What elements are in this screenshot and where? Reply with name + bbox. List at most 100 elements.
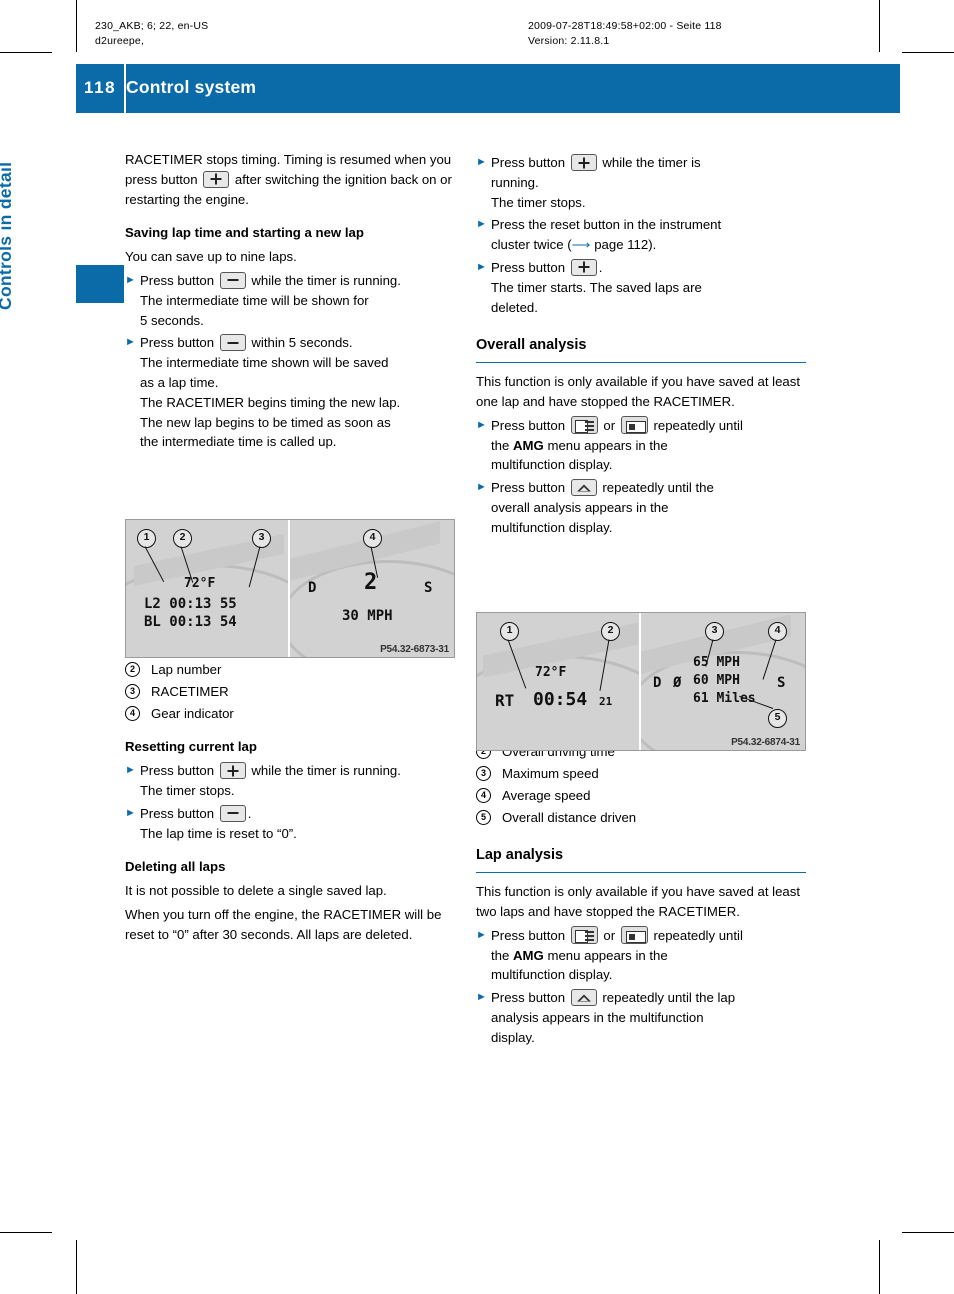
- figure-overall-analysis-display: 72°F RT 00:54 21 D Ø 65 MPH 60 MPH 61 Mi…: [476, 612, 806, 751]
- figure2-code: P54.32-6874-31: [731, 737, 800, 748]
- step-lap-press-menu: ► Press button or repeatedly until the A…: [476, 925, 806, 985]
- callout-number: 4: [476, 787, 491, 803]
- step-overall-press-menu: ► Press button or repeatedly until the A…: [476, 415, 806, 475]
- plus-button-icon: [203, 170, 230, 188]
- step4-note: The lap time is reset to “0”.: [140, 825, 297, 841]
- minus-button-icon: [219, 804, 246, 822]
- lap-step1-bold: AMG: [513, 947, 544, 963]
- heading-saving-lap-time: Saving lap time and starting a new lap: [125, 225, 364, 241]
- step4-text-b: .: [247, 805, 252, 821]
- lap-step2-text-a: Press button: [491, 990, 566, 1006]
- step-press-minus-reset: ► Press button .: [125, 804, 455, 824]
- heading-overall-analysis: Overall analysis: [476, 335, 806, 364]
- page-ref-arrow-icon: ⟶: [571, 237, 591, 253]
- plus-button-icon: [219, 762, 246, 780]
- legend-label: Average speed: [502, 787, 591, 803]
- step-marker-icon: ►: [476, 156, 487, 168]
- print-meta-left: 230_AKB; 6; 22, en-US d2ureepe,: [95, 19, 208, 49]
- step-press-minus-1: ► Press button while the timer is runnin…: [125, 271, 455, 291]
- overall-step2-text-d: multifunction display.: [491, 519, 613, 535]
- page-title: Control system: [126, 77, 257, 97]
- step2-notes: The intermediate time shown will be save…: [140, 353, 455, 452]
- legend-item: 4 Average speed: [476, 786, 806, 806]
- step-marker-icon: ►: [125, 764, 136, 777]
- legend-item: 2 Lap number: [125, 660, 455, 680]
- step2-text-a: Press button: [140, 335, 215, 351]
- up-arrow-button-icon: [570, 989, 597, 1007]
- figure2-callout-2: 2: [601, 622, 620, 641]
- crop-mark-top-right-v: [879, 0, 880, 52]
- display-left-button-icon: [570, 925, 598, 944]
- crop-mark-bottom-right-h: [902, 1232, 954, 1233]
- side-tab-label: Controls in detail: [0, 161, 15, 310]
- print-meta-right-line2: Version: 2.11.8.1: [528, 35, 610, 48]
- legend-item: 4 Gear indicator: [125, 704, 455, 724]
- crop-mark-bottom-left-v: [76, 1240, 77, 1294]
- step-marker-icon: ►: [476, 418, 487, 431]
- figure1-code: P54.32-6873-31: [380, 644, 449, 655]
- crop-mark-bottom-left-h: [0, 1232, 52, 1233]
- figure2-callout-5: 5: [768, 709, 787, 728]
- r-step2-text-c: page 112).: [594, 237, 657, 253]
- figure2-max-speed: 65 MPH: [693, 655, 740, 670]
- display-right-button-icon: [620, 925, 648, 944]
- figure-racetimer-display: 72°F L2 00:13 55 BL 00:13 54 D 2 S 30 MP…: [125, 519, 455, 658]
- figure1-callout-2: 2: [173, 529, 192, 548]
- figure1-line1: L2 00:13 55: [144, 596, 237, 612]
- step-press-reset-twice: ► Press the reset button in the instrume…: [476, 215, 806, 255]
- step-marker-icon: ►: [125, 336, 136, 349]
- figure2-time-hundredths: 21: [599, 695, 613, 708]
- step4-text-a: Press button: [140, 805, 215, 821]
- overall-step1-text-a: Press button: [491, 417, 566, 433]
- overall-step1-text-d: multifunction display.: [491, 457, 613, 473]
- display-left-button-icon: [570, 415, 598, 434]
- legend-label: RACETIMER: [151, 683, 229, 699]
- figure2-callout-4: 4: [768, 622, 787, 641]
- r-step3-text-b: .: [598, 259, 603, 275]
- figure1-gear-left: D: [308, 580, 317, 596]
- figure1-speed: 30 MPH: [342, 608, 393, 624]
- overall-step1-or: or: [603, 417, 616, 433]
- figure1-gear-right: S: [424, 580, 433, 596]
- figure1-callout-4: 4: [363, 529, 382, 548]
- crop-mark-top-right-h: [902, 52, 954, 53]
- side-tab-marker: [76, 265, 124, 303]
- step2-note-line3: The RACETIMER begins timing the new lap.: [140, 394, 401, 410]
- page-number: 118: [84, 78, 117, 97]
- legend-item: 5 Overall distance driven: [476, 808, 806, 828]
- plus-button-icon: [570, 154, 597, 171]
- r-step3-note-line2: deleted.: [491, 299, 538, 315]
- step-marker-icon: ►: [476, 481, 487, 494]
- deleting-paragraph-2: When you turn off the engine, the RACETI…: [125, 906, 442, 942]
- figure2-temp: 72°F: [535, 665, 567, 680]
- legend-label: Overall distance driven: [502, 809, 637, 825]
- step-marker-icon: ►: [476, 928, 487, 941]
- heading-lap-analysis: Lap analysis: [476, 845, 806, 874]
- step-marker-icon: ►: [125, 806, 136, 819]
- overall-step1-text-c2: menu appears in the: [547, 437, 668, 453]
- r-step3-notes: The timer starts. The saved laps are del…: [491, 278, 806, 318]
- callout-number: 5: [476, 809, 491, 825]
- print-meta-right-line1: 2009-07-28T18:49:58+02:00 - Seite 118: [528, 20, 722, 32]
- legend-item: 3 Maximum speed: [476, 764, 806, 784]
- figure1-gear-number: 2: [364, 570, 378, 595]
- callout-number: 4: [125, 705, 140, 721]
- step1-note-line1: The intermediate time will be shown for: [140, 292, 369, 308]
- right-column: ► Press button while the timer is runnin…: [476, 150, 806, 1048]
- step3-text-a: Press button: [140, 763, 215, 779]
- step2-text-b: within 5 seconds.: [251, 335, 353, 351]
- figure2-callout-1: 1: [500, 622, 519, 641]
- step2-note-line5: the intermediate time is called up.: [140, 434, 337, 450]
- figure2-gear-left: D: [653, 675, 662, 691]
- lap-step1-or: or: [603, 927, 616, 943]
- r-step3-text-a: Press button: [491, 259, 566, 275]
- overall-step2-text-b: repeatedly until the: [602, 480, 714, 496]
- step1-notes: The intermediate time will be shown for …: [140, 291, 455, 331]
- r-step1-note: The timer stops.: [491, 194, 586, 210]
- print-meta-right: 2009-07-28T18:49:58+02:00 - Seite 118 Ve…: [528, 19, 722, 49]
- figure1-callout-3: 3: [252, 529, 271, 548]
- lap-step2-text-d: display.: [491, 1029, 535, 1045]
- callout-number: 3: [125, 683, 140, 699]
- up-arrow-button-icon: [570, 479, 597, 497]
- step1-note-line2: 5 seconds.: [140, 312, 204, 328]
